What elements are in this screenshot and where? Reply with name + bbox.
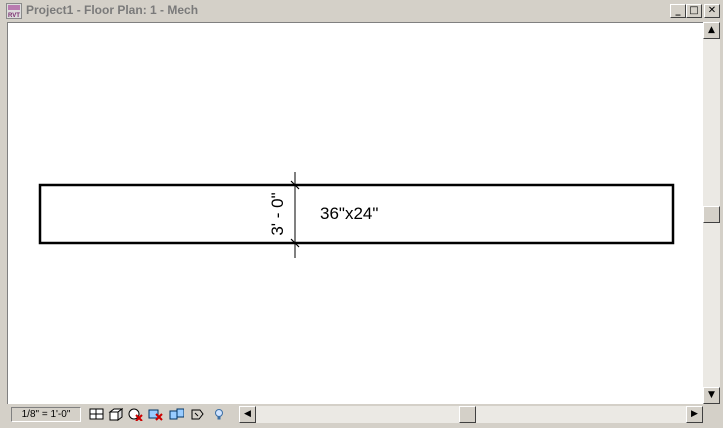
minimize-icon: _ <box>675 5 681 16</box>
revit-app-icon: RVT <box>6 3 22 19</box>
floor-plan-window: RVT Project1 - Floor Plan: 1 - Mech _ □ … <box>0 0 723 428</box>
minimize-button[interactable]: _ <box>670 4 686 18</box>
crop-region-icon[interactable] <box>190 407 205 421</box>
maximize-icon: □ <box>689 5 699 16</box>
detail-level-icon[interactable] <box>89 407 104 421</box>
drawing-svg: 3' - 0" 36"x24" <box>38 172 675 258</box>
view-control-bar: 1/8" = 1'-0" ◀ ▶ <box>7 404 703 425</box>
horizontal-scroll-thumb[interactable] <box>459 406 476 423</box>
close-icon: ✕ <box>707 5 717 16</box>
vertical-scroll-thumb[interactable] <box>703 206 720 223</box>
lightbulb-icon[interactable] <box>211 407 226 421</box>
reveal-hidden-icon[interactable] <box>169 407 184 421</box>
scroll-up-button[interactable]: ▲ <box>703 22 720 39</box>
scroll-down-button[interactable]: ▼ <box>703 387 720 404</box>
maximize-button[interactable]: □ <box>686 4 702 18</box>
arrow-up-icon: ▲ <box>708 25 715 35</box>
window-title: Project1 - Floor Plan: 1 - Mech <box>26 3 199 17</box>
view-scale[interactable]: 1/8" = 1'-0" <box>11 407 81 422</box>
arrow-left-icon: ◀ <box>244 409 251 419</box>
horizontal-scrollbar[interactable]: ◀ ▶ <box>239 406 703 423</box>
title-bar[interactable]: RVT Project1 - Floor Plan: 1 - Mech _ □ … <box>0 0 723 22</box>
duct-size-tag[interactable]: 36"x24" <box>320 204 378 223</box>
temporary-hide-icon[interactable] <box>148 407 163 421</box>
model-graphics-style-icon[interactable] <box>108 407 123 421</box>
drawing-canvas[interactable]: 3' - 0" 36"x24" <box>7 22 703 404</box>
scrollbar-corner <box>703 404 720 425</box>
arrow-down-icon: ▼ <box>708 390 715 400</box>
scroll-left-button[interactable]: ◀ <box>239 406 256 423</box>
dimension-text[interactable]: 3' - 0" <box>268 192 287 235</box>
vertical-scrollbar[interactable]: ▲ ▼ <box>703 22 720 404</box>
shadows-off-icon[interactable] <box>128 407 143 421</box>
close-button[interactable]: ✕ <box>704 4 720 18</box>
arrow-right-icon: ▶ <box>691 409 698 419</box>
scroll-right-button[interactable]: ▶ <box>686 406 703 423</box>
app-icon-label: RVT <box>8 13 20 19</box>
